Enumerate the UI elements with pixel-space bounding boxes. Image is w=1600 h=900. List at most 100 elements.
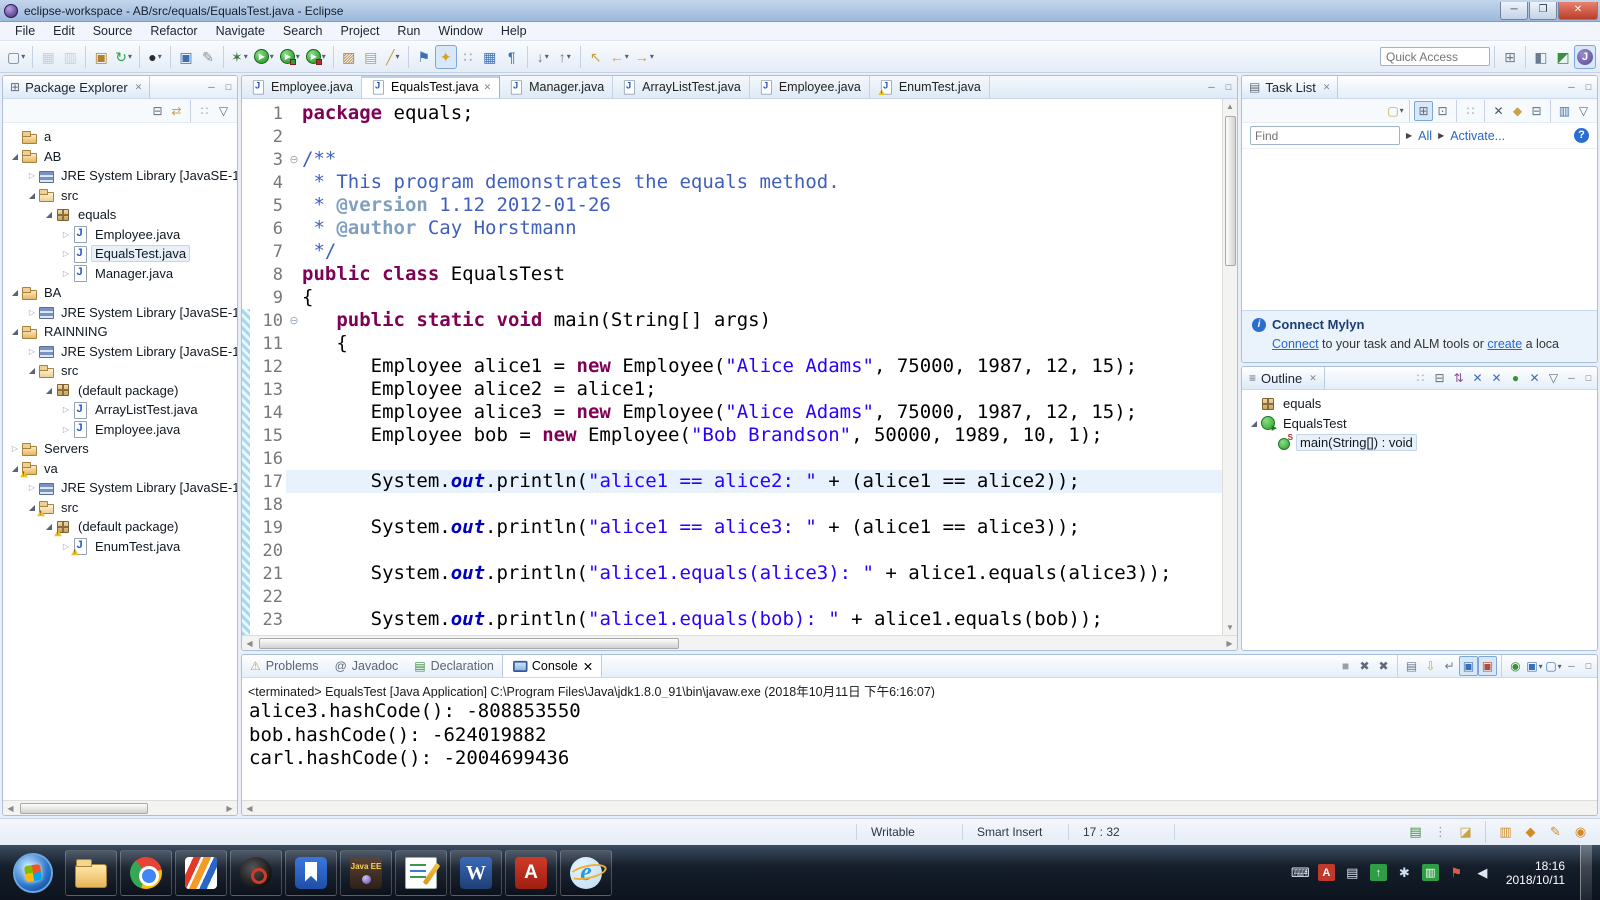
tree-item-main-string-void[interactable]: main(String[]) : void	[1242, 433, 1597, 453]
expand-arrow-icon[interactable]: ◢	[26, 366, 38, 375]
outline-tab[interactable]: ≡ Outline ✕	[1242, 367, 1325, 389]
taskbar-app-chrome[interactable]	[120, 849, 172, 896]
task-list-tab[interactable]: ▤ Task List ✕	[1242, 76, 1339, 98]
expand-arrow-icon[interactable]: ▷	[60, 405, 72, 414]
dropdown-arrow-icon[interactable]: ▾	[545, 52, 549, 61]
close-button[interactable]: ✕	[1558, 1, 1598, 20]
editor-trim-button[interactable]: ▤	[1406, 822, 1425, 842]
code-line-23[interactable]: 23 System.out.println("alice1.equals(bob…	[242, 608, 1222, 631]
tree-item-jre-system-library-javase-1-8-[interactable]: ▷ JRE System Library [JavaSE-1.8]	[3, 303, 237, 323]
editor-tab-arraylisttest-java[interactable]: ArrayListTest.java	[613, 76, 750, 98]
taskbar-app-wps[interactable]	[175, 849, 227, 896]
tree-item-manager-java[interactable]: ▷ Manager.java	[3, 264, 237, 284]
taskbar-app-music[interactable]	[230, 849, 282, 896]
menu-item-search[interactable]: Search	[274, 22, 332, 40]
addon-pencil-button[interactable]: ✎	[1546, 822, 1565, 842]
profile-button[interactable]: ▾	[303, 45, 329, 69]
user-profile-button[interactable]: ● ▾	[144, 45, 166, 69]
new-wizard-button[interactable]: ▨	[338, 45, 360, 69]
debug-button[interactable]: ✶ ▾	[228, 45, 251, 69]
save-all-button[interactable]: ▥	[59, 45, 81, 69]
menu-item-navigate[interactable]: Navigate	[207, 22, 274, 40]
remove-all-terminated-button[interactable]: ✖	[1374, 656, 1393, 676]
remove-launch-button[interactable]: ✖	[1355, 656, 1374, 676]
dropdown-arrow-icon[interactable]: ▾	[650, 52, 654, 61]
tray-clipboard-icon[interactable]: ▤	[1344, 864, 1361, 881]
hide-local-types-button[interactable]: ✕	[1525, 368, 1544, 388]
focus-outline-button[interactable]: ∷	[1411, 368, 1430, 388]
editor-tab-employee-java[interactable]: Employee.java	[242, 76, 362, 98]
dropdown-arrow-icon[interactable]: ▾	[1400, 106, 1404, 115]
next-annotation-button[interactable]: ↓ ▾	[532, 45, 554, 69]
mylyn-link-connect[interactable]: Connect	[1272, 337, 1319, 351]
focus-dots-button[interactable]: ∷	[457, 45, 479, 69]
forward-button[interactable]: → ▾	[632, 45, 657, 69]
code-line-21[interactable]: 21 System.out.println("alice1.equals(ali…	[242, 562, 1222, 585]
taskbar-app-notes[interactable]	[285, 849, 337, 896]
close-view-icon[interactable]: ✕	[1309, 373, 1317, 384]
expand-arrow-icon[interactable]: ▷	[60, 230, 72, 239]
minimize-view-icon[interactable]: ─	[1563, 661, 1580, 671]
tree-item-rainning[interactable]: ◢ RAINNING	[3, 322, 237, 342]
overflow-dots-button[interactable]: ⋮	[1431, 822, 1450, 842]
console-tab-declaration[interactable]: ▤ Declaration	[406, 655, 502, 677]
focus-workweek-button[interactable]: ∷	[1461, 101, 1480, 121]
maximize-button[interactable]: ❐	[1529, 1, 1557, 20]
tree-item-equals[interactable]: equals	[1242, 394, 1597, 414]
open-console-button[interactable]: ▢ ▾	[1544, 656, 1563, 676]
tray-updater-icon[interactable]: ↑	[1369, 864, 1387, 881]
minimize-view-icon[interactable]: ─	[1563, 373, 1580, 383]
package-explorer-hscrollbar[interactable]: ◀ ▶	[3, 800, 237, 815]
tree-item-arraylisttest-java[interactable]: ▷ ArrayListTest.java	[3, 400, 237, 420]
tree-item-enumtest-java[interactable]: ▷EnumTest.java	[3, 537, 237, 557]
tray-keyboard-icon[interactable]: ⌨	[1291, 864, 1310, 881]
fold-collapse-icon[interactable]: ⊖	[286, 153, 302, 166]
expand-arrow-icon[interactable]: ◢	[9, 288, 21, 297]
editor-tab-employee-java[interactable]: Employee.java	[750, 76, 870, 98]
tray-flag-icon[interactable]: ⚑	[1448, 864, 1465, 881]
task-repositories-button[interactable]: ▥	[1555, 101, 1574, 121]
taskbar-app-explorer[interactable]	[65, 849, 117, 896]
code-editor[interactable]: 1 package equals; 2 3 ⊖/** 4 * This program d…	[242, 99, 1222, 635]
expand-arrow-icon[interactable]: ▷	[26, 171, 38, 180]
tree-item-ab[interactable]: ◢ AB	[3, 147, 237, 167]
refresh-button[interactable]: ↻ ▾	[112, 45, 135, 69]
tree-item-src[interactable]: ◢ src	[3, 361, 237, 381]
console-tab-console[interactable]: Console ✕	[501, 655, 603, 677]
collapse-all-outline-button[interactable]: ⊟	[1430, 368, 1449, 388]
editor-tab-equalstest-java[interactable]: EqualsTest.java ✕	[362, 76, 501, 98]
show-desktop-button[interactable]	[1580, 845, 1592, 900]
tray-ime-icon[interactable]: A	[1317, 864, 1335, 881]
code-line-1[interactable]: 1 package equals;	[242, 102, 1222, 125]
menu-item-help[interactable]: Help	[492, 22, 536, 40]
focus-button[interactable]: ∷	[195, 101, 214, 121]
tray-star-icon[interactable]: ✱	[1396, 864, 1413, 881]
task-find-input[interactable]	[1250, 126, 1400, 145]
expand-arrow-icon[interactable]: ◢	[9, 152, 21, 161]
menu-item-file[interactable]: File	[6, 22, 44, 40]
menu-item-project[interactable]: Project	[332, 22, 389, 40]
dropdown-arrow-icon[interactable]: ▾	[128, 52, 132, 61]
code-line-15[interactable]: 15 Employee bob = new Employee("Bob Bran…	[242, 424, 1222, 447]
expand-arrow-icon[interactable]: ◢	[1248, 419, 1260, 428]
expand-arrow-icon[interactable]: ◢	[26, 191, 38, 200]
display-console-button[interactable]: ▣ ▾	[1525, 656, 1544, 676]
minimize-button[interactable]: ─	[1500, 1, 1528, 20]
fold-collapse-icon[interactable]: ⊖	[286, 314, 302, 327]
package-explorer-tab[interactable]: ⊞ Package Explorer ✕	[3, 76, 151, 98]
minimize-view-icon[interactable]: ─	[1563, 82, 1580, 92]
pin-console-button[interactable]: ◉	[1506, 656, 1525, 676]
tree-item-jre-system-library-javase-1-8-[interactable]: ▷ JRE System Library [JavaSE-1.8]	[3, 342, 237, 362]
taskbar-clock[interactable]: 18:16 2018/10/11	[1506, 859, 1565, 887]
tree-item-ba[interactable]: ◢ BA	[3, 283, 237, 303]
code-line-4[interactable]: 4 * This program demonstrates the equals…	[242, 171, 1222, 194]
maximize-view-icon[interactable]: □	[1580, 661, 1597, 671]
code-line-6[interactable]: 6 * @author Cay Horstmann	[242, 217, 1222, 240]
expand-arrow-icon[interactable]: ◢	[43, 210, 55, 219]
tree-item-src[interactable]: ◢ src	[3, 186, 237, 206]
code-line-8[interactable]: 8 public class EqualsTest	[242, 263, 1222, 286]
tray-dict-icon[interactable]: ▥	[1421, 864, 1439, 881]
code-line-14[interactable]: 14 Employee alice3 = new Employee("Alice…	[242, 401, 1222, 424]
categorized-view-button[interactable]: ⊞	[1414, 100, 1433, 121]
editor-tab-enumtest-java[interactable]: EnumTest.java	[870, 76, 990, 98]
